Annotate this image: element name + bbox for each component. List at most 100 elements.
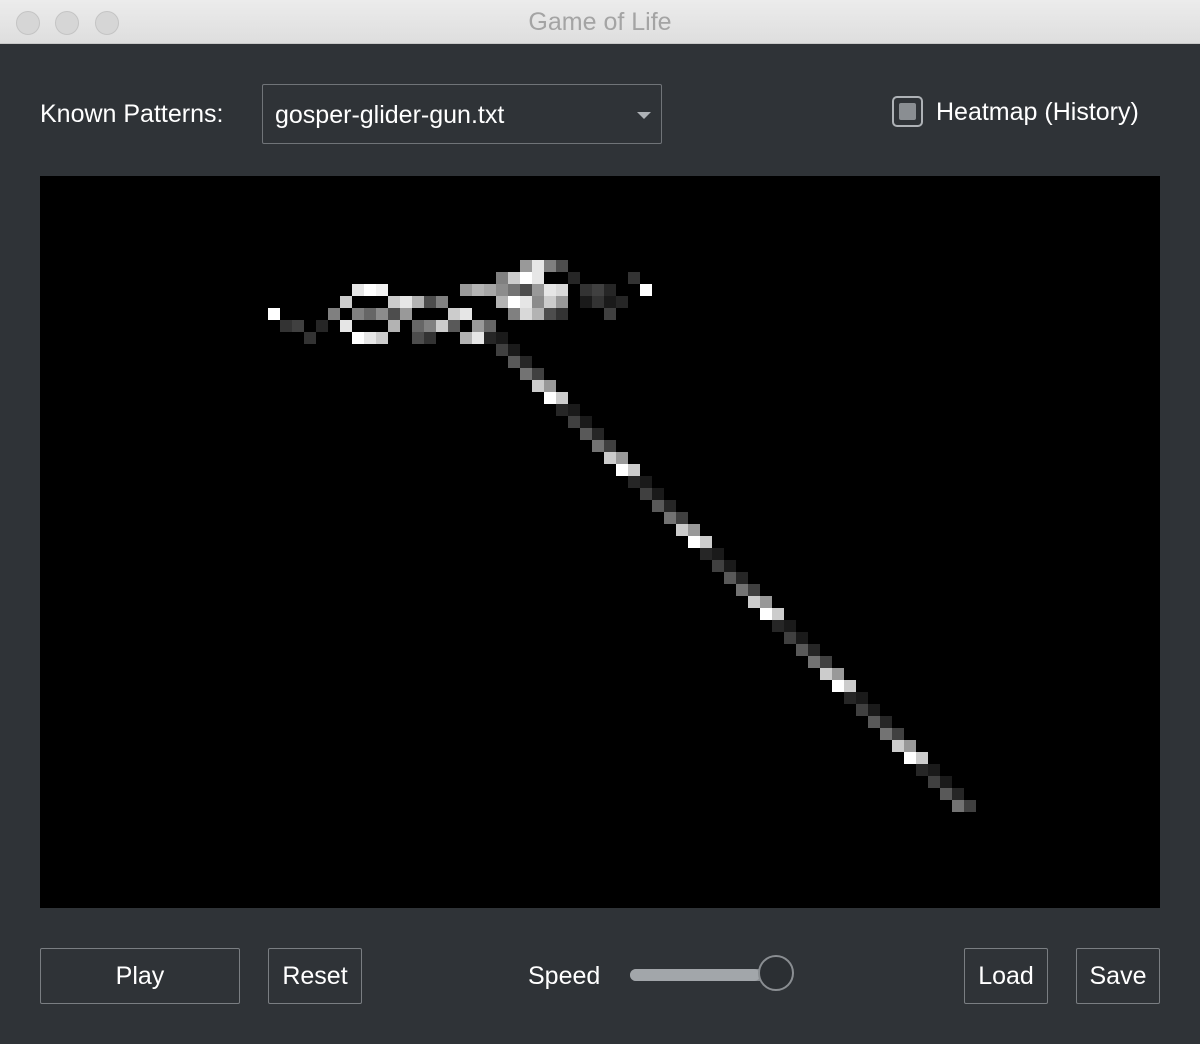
grid-cell xyxy=(376,284,388,296)
grid-cell xyxy=(412,332,424,344)
grid-cell xyxy=(940,776,952,788)
grid-cell xyxy=(712,548,724,560)
grid-cell xyxy=(520,368,532,380)
grid-cell xyxy=(460,332,472,344)
grid-cell xyxy=(928,776,940,788)
selected-pattern: gosper-glider-gun.txt xyxy=(275,101,505,129)
grid-cell xyxy=(904,740,916,752)
grid-cell xyxy=(556,392,568,404)
grid-cell xyxy=(544,260,556,272)
save-button[interactable]: Save xyxy=(1076,948,1160,1004)
heatmap-checkbox[interactable] xyxy=(892,96,923,127)
grid-cell xyxy=(532,284,544,296)
grid-cell xyxy=(544,308,556,320)
life-grid xyxy=(268,260,976,812)
grid-cell xyxy=(808,656,820,668)
grid-cell xyxy=(364,332,376,344)
grid-cell xyxy=(628,464,640,476)
speed-slider-fill xyxy=(630,969,760,981)
grid-cell xyxy=(604,296,616,308)
grid-cell xyxy=(400,308,412,320)
grid-cell xyxy=(520,284,532,296)
grid-cell xyxy=(280,320,292,332)
grid-cell xyxy=(508,296,520,308)
grid-cell xyxy=(448,308,460,320)
grid-cell xyxy=(352,284,364,296)
grid-cell xyxy=(796,644,808,656)
grid-cell xyxy=(496,344,508,356)
grid-cell xyxy=(604,440,616,452)
grid-cell xyxy=(496,284,508,296)
grid-cell xyxy=(820,668,832,680)
grid-cell xyxy=(532,296,544,308)
grid-cell xyxy=(508,272,520,284)
grid-cell xyxy=(532,272,544,284)
speed-slider[interactable] xyxy=(628,955,800,995)
grid-cell xyxy=(688,524,700,536)
grid-cell xyxy=(316,320,328,332)
grid-cell xyxy=(424,332,436,344)
grid-cell xyxy=(604,308,616,320)
grid-cell xyxy=(640,488,652,500)
grid-cell xyxy=(640,284,652,296)
grid-cell xyxy=(532,380,544,392)
reset-button[interactable]: Reset xyxy=(268,948,362,1004)
grid-cell xyxy=(856,704,868,716)
grid-cell xyxy=(568,272,580,284)
grid-cell xyxy=(376,332,388,344)
grid-cell xyxy=(964,800,976,812)
title-bar: Game of Life xyxy=(0,0,1200,44)
grid-cell xyxy=(580,296,592,308)
grid-cell xyxy=(604,452,616,464)
grid-cell xyxy=(496,296,508,308)
grid-cell xyxy=(940,788,952,800)
grid-cell xyxy=(388,308,400,320)
grid-cell xyxy=(532,308,544,320)
grid-cell xyxy=(472,332,484,344)
grid-cell xyxy=(772,608,784,620)
grid-cell xyxy=(832,680,844,692)
dropdown-arrow-icon xyxy=(637,112,651,119)
grid-cell xyxy=(304,332,316,344)
life-grid-canvas[interactable] xyxy=(40,176,1160,908)
grid-cell xyxy=(736,572,748,584)
grid-cell xyxy=(508,356,520,368)
grid-cell xyxy=(832,668,844,680)
grid-cell xyxy=(880,716,892,728)
grid-cell xyxy=(592,440,604,452)
grid-cell xyxy=(520,296,532,308)
load-button[interactable]: Load xyxy=(964,948,1048,1004)
grid-cell xyxy=(508,308,520,320)
speed-slider-thumb[interactable] xyxy=(757,955,794,991)
grid-cell xyxy=(724,572,736,584)
grid-cell xyxy=(340,296,352,308)
grid-cell xyxy=(592,428,604,440)
grid-cell xyxy=(520,260,532,272)
grid-cell xyxy=(952,800,964,812)
grid-cell xyxy=(544,392,556,404)
grid-cell xyxy=(424,296,436,308)
grid-cell xyxy=(364,308,376,320)
grid-cell xyxy=(652,488,664,500)
grid-cell xyxy=(520,308,532,320)
grid-cell xyxy=(856,692,868,704)
known-patterns-dropdown[interactable]: gosper-glider-gun.txt xyxy=(262,84,662,144)
grid-cell xyxy=(508,344,520,356)
grid-cell xyxy=(496,272,508,284)
grid-cell xyxy=(268,308,280,320)
grid-cell xyxy=(892,740,904,752)
grid-cell xyxy=(880,728,892,740)
grid-cell xyxy=(868,704,880,716)
grid-cell xyxy=(592,296,604,308)
known-patterns-label: Known Patterns: xyxy=(40,100,224,128)
play-button[interactable]: Play xyxy=(40,948,240,1004)
grid-cell xyxy=(556,260,568,272)
grid-cell xyxy=(796,632,808,644)
grid-cell xyxy=(568,416,580,428)
grid-cell xyxy=(580,284,592,296)
grid-cell xyxy=(472,284,484,296)
grid-cell xyxy=(460,284,472,296)
grid-cell xyxy=(412,296,424,308)
grid-cell xyxy=(700,536,712,548)
grid-cell xyxy=(760,608,772,620)
